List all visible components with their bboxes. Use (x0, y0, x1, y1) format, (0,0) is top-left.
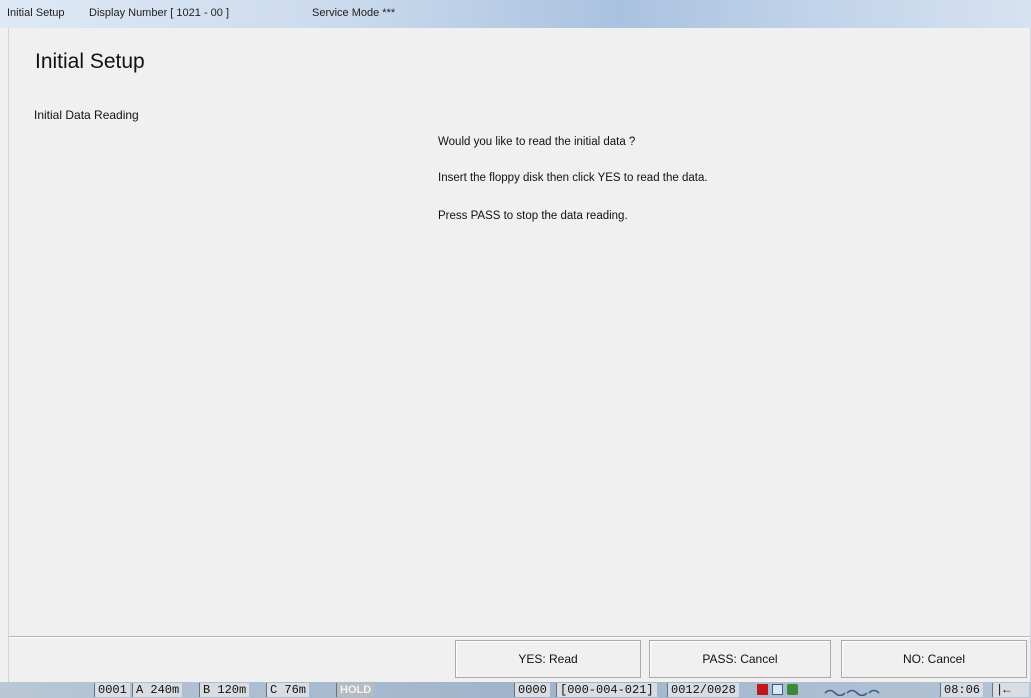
status-range: [000-004-021] (556, 683, 657, 697)
main-panel: Initial Setup Initial Data Reading Would… (8, 28, 1031, 682)
status-counter: 0001 (94, 683, 130, 697)
hold-indicator: HOLD (336, 683, 375, 697)
status-b: B 120m (199, 683, 250, 697)
cancel-instruction-message: Press PASS to stop the data reading. (438, 210, 628, 222)
prompt-message: Would you like to read the initial data … (438, 136, 636, 148)
wave-icon (824, 689, 880, 696)
pass-cancel-button[interactable]: PASS: Cancel (649, 640, 831, 678)
image-icon (772, 684, 783, 695)
status-a: A 240m (132, 683, 183, 697)
title-bar: Initial Setup Display Number [ 1021 - 00… (0, 0, 1031, 28)
instruction-message: Insert the floppy disk then click YES to… (438, 172, 708, 184)
no-cancel-button[interactable]: NO: Cancel (841, 640, 1027, 678)
status-code: 0000 (514, 683, 550, 697)
status-progress: 0012/0028 (667, 683, 739, 697)
display-number: Display Number [ 1021 - 00 ] (89, 7, 230, 19)
divider (9, 636, 1030, 638)
yes-read-button[interactable]: YES: Read (455, 640, 641, 678)
status-tail: |← (992, 683, 1029, 697)
status-time: 08:06 (940, 683, 984, 697)
status-c: C 76m (266, 683, 310, 697)
green-status-icon (787, 684, 798, 695)
page-title: Initial Setup (35, 50, 145, 73)
section-label: Initial Data Reading (34, 108, 139, 122)
red-status-icon (757, 684, 768, 695)
app-title: Initial Setup (7, 7, 65, 19)
service-mode: Service Mode *** (312, 7, 396, 19)
status-bar: 0001 A 240m B 120m C 76m HOLD 0000 [000-… (0, 682, 1031, 698)
